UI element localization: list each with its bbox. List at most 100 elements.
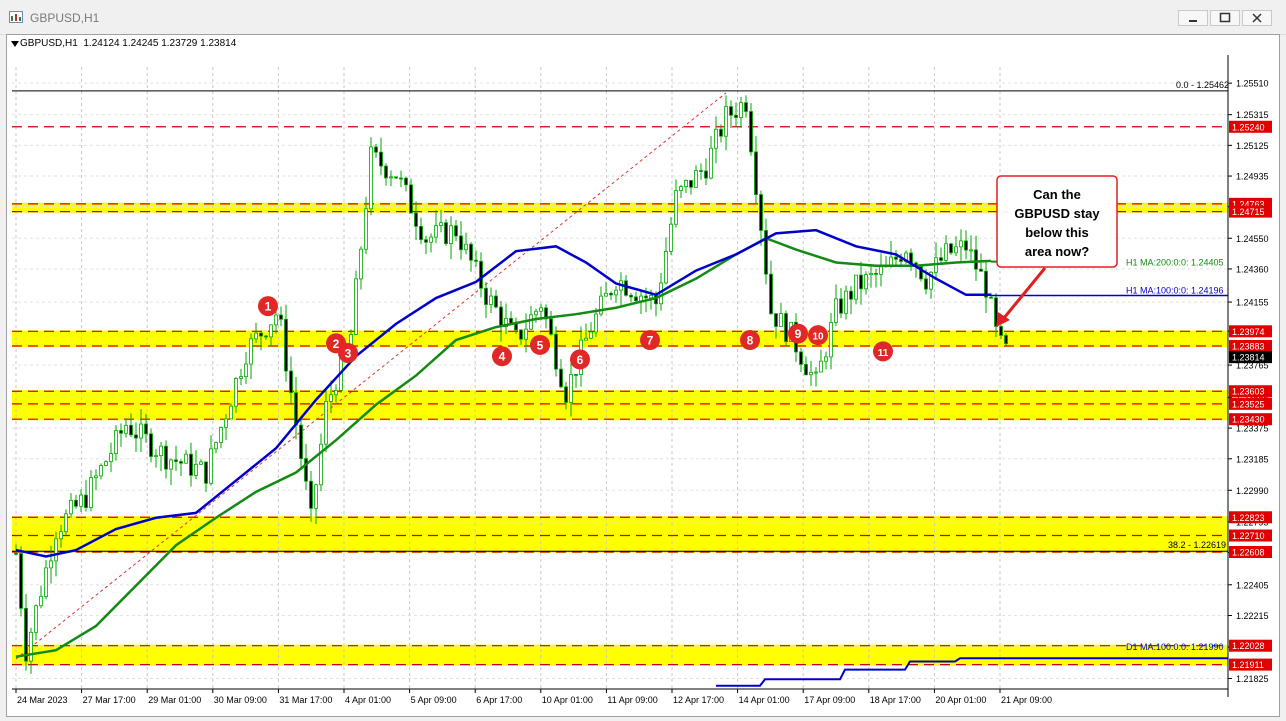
candle-body — [629, 294, 633, 298]
candle-body — [389, 176, 393, 179]
candle-body — [989, 296, 993, 299]
candle-body — [849, 290, 853, 300]
candle-body — [324, 401, 328, 445]
candle-body — [614, 289, 618, 296]
candle-body — [274, 314, 278, 326]
candle-body — [229, 405, 233, 420]
candle-body — [14, 552, 18, 555]
current-price-label: 1.23814 — [1232, 353, 1265, 363]
y-tick-label: 1.23185 — [1236, 454, 1269, 464]
candle-body — [719, 128, 723, 137]
candle-body — [309, 480, 313, 509]
candle-body — [334, 389, 338, 396]
price-line-tag-label: 1.21911 — [1232, 660, 1264, 670]
candle-body — [939, 257, 943, 261]
candle-body — [564, 386, 568, 403]
candle-body — [899, 258, 903, 262]
candle-body — [584, 337, 588, 341]
candle-body — [499, 306, 503, 328]
y-tick-label: 1.22215 — [1236, 611, 1269, 621]
y-tick-label: 1.24360 — [1236, 264, 1269, 274]
y-tick-label: 1.25125 — [1236, 141, 1269, 151]
fib-0-label: 0.0 - 1.25462 — [1176, 80, 1229, 90]
candle-body — [954, 246, 958, 254]
candle-body — [439, 222, 443, 226]
callout-text-line: area now? — [1025, 244, 1089, 259]
candle-body — [84, 494, 88, 509]
candle-body — [844, 290, 848, 314]
candle-body — [124, 424, 128, 434]
candle-body — [924, 278, 928, 290]
candle-body — [289, 370, 293, 394]
y-tick-label: 1.24155 — [1236, 298, 1269, 308]
marker-number: 2 — [333, 337, 340, 351]
price-chart[interactable]: 0.0 - 1.25462 38.2 - 1.22619 H1 MA:200:0:… — [0, 0, 1286, 721]
candle-body — [424, 239, 428, 243]
candle-body — [759, 194, 763, 231]
candle-body — [489, 295, 493, 305]
candle-body — [404, 177, 408, 186]
marker-number: 10 — [812, 332, 824, 343]
candle-body — [269, 324, 273, 338]
candle-body — [49, 560, 53, 569]
y-tick-label: 1.21825 — [1236, 674, 1269, 684]
candle-body — [809, 371, 813, 376]
candle-body — [624, 280, 628, 296]
candle-body — [134, 434, 138, 439]
price-line-tag-label: 1.22823 — [1232, 513, 1265, 523]
candle-body — [19, 553, 23, 609]
callout-text-line: GBPUSD stay — [1014, 206, 1100, 221]
candle-body — [739, 102, 743, 118]
candle-body — [469, 243, 473, 261]
candle-body — [814, 371, 818, 374]
candle-body — [689, 180, 693, 188]
candle-body — [174, 459, 178, 462]
symbol-dropdown-icon[interactable] — [11, 41, 19, 47]
candle-body — [109, 453, 113, 463]
x-tick-label: 4 Apr 01:00 — [345, 695, 391, 705]
candle-body — [74, 499, 78, 507]
candle-body — [784, 313, 788, 342]
candle-body — [549, 318, 553, 335]
candle-body — [589, 331, 593, 339]
candle-body — [464, 243, 468, 251]
x-tick-label: 6 Apr 17:00 — [476, 695, 522, 705]
candle-body — [99, 465, 103, 477]
x-tick-label: 18 Apr 17:00 — [870, 695, 921, 705]
candle-body — [834, 298, 838, 323]
candle-body — [559, 368, 563, 388]
x-tick-label: 14 Apr 01:00 — [739, 695, 790, 705]
candle-body — [804, 364, 808, 376]
marker-number: 4 — [499, 350, 506, 364]
candle-body — [224, 418, 228, 428]
candle-body — [209, 448, 213, 484]
candle-body — [164, 445, 168, 470]
x-tick-label: 30 Mar 09:00 — [214, 695, 267, 705]
candle-body — [114, 430, 118, 454]
candle-body — [569, 373, 573, 403]
candle-body — [244, 363, 248, 377]
price-line-tag-label: 1.22028 — [1232, 641, 1265, 651]
y-tick-label: 1.22405 — [1236, 580, 1269, 590]
price-line-tag-label: 1.22608 — [1232, 547, 1265, 557]
candle-body — [459, 235, 463, 251]
candle-body — [609, 292, 613, 296]
touch-marker-4: 4 — [492, 346, 512, 367]
candle-body — [204, 461, 208, 484]
candle-body — [574, 373, 578, 376]
candle-body — [44, 567, 48, 597]
candle-body — [184, 453, 188, 464]
candle-body — [234, 378, 238, 407]
candle-body — [299, 424, 303, 459]
candle-body — [494, 295, 498, 308]
support-resistance-zone — [12, 644, 1228, 666]
price-line-tag-label: 1.24715 — [1232, 207, 1265, 217]
x-tick-label: 17 Apr 09:00 — [804, 695, 855, 705]
price-line-tag-label: 1.23974 — [1232, 327, 1265, 337]
candle-body — [679, 186, 683, 192]
candle-body — [214, 441, 218, 450]
x-tick-label: 10 Apr 01:00 — [542, 695, 593, 705]
callout-text-line: below this — [1025, 225, 1089, 240]
candle-body — [279, 314, 283, 320]
touch-marker-6: 6 — [570, 349, 590, 370]
